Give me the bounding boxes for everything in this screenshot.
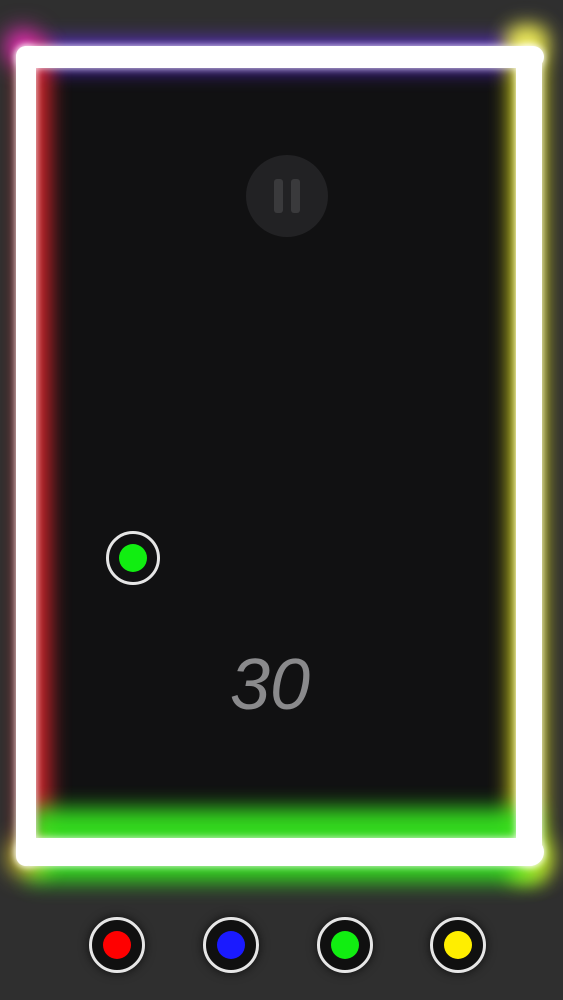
frame-wall-bottom [16, 838, 544, 866]
blue-dot-icon [217, 931, 245, 959]
color-button-red[interactable] [89, 917, 145, 973]
green-dot-icon [331, 931, 359, 959]
frame-wall-left [16, 46, 36, 866]
pause-button[interactable] [246, 155, 328, 237]
score: 30 [229, 645, 311, 725]
color-button-yellow[interactable] [430, 917, 486, 973]
frame-wall-top [16, 46, 544, 68]
color-button-green[interactable] [317, 917, 373, 973]
ball [106, 531, 160, 585]
yellow-dot-icon [444, 931, 472, 959]
frame-wall-right [516, 46, 542, 866]
color-button-blue[interactable] [203, 917, 259, 973]
game-screen: 30 [0, 0, 563, 1000]
ball-core [119, 544, 147, 572]
pause-icon-bar-right [291, 179, 300, 213]
color-selector [0, 905, 563, 985]
pause-icon-bar-left [274, 179, 283, 213]
red-dot-icon [103, 931, 131, 959]
